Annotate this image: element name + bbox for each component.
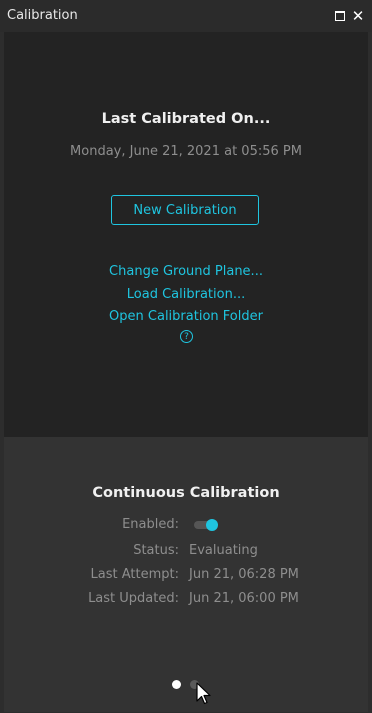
- calibration-window: Calibration ✕ Last Calibrated On... Mond…: [0, 0, 372, 713]
- open-calibration-folder-link[interactable]: Open Calibration Folder: [109, 309, 263, 324]
- load-calibration-link[interactable]: Load Calibration...: [127, 287, 245, 302]
- continuous-calibration-panel: Continuous Calibration Enabled: Status: …: [4, 437, 368, 712]
- page-dot-1[interactable]: [172, 680, 181, 689]
- last-calibration-panel: Last Calibrated On... Monday, June 21, 2…: [4, 32, 368, 437]
- change-ground-plane-link[interactable]: Change Ground Plane...: [109, 264, 263, 279]
- mouse-cursor-icon: [196, 682, 211, 705]
- status-label: Status:: [133, 543, 179, 558]
- maximize-button[interactable]: [332, 8, 348, 24]
- close-icon: ✕: [351, 7, 365, 25]
- continuous-calibration-heading: Continuous Calibration: [92, 485, 280, 501]
- enabled-label: Enabled:: [122, 517, 179, 532]
- status-value: Evaluating: [189, 543, 258, 558]
- toggle-knob: [206, 519, 218, 531]
- window-title: Calibration: [7, 8, 78, 23]
- last-calibrated-date: Monday, June 21, 2021 at 05:56 PM: [70, 144, 302, 159]
- last-updated-label: Last Updated:: [88, 591, 179, 606]
- last-updated-value: Jun 21, 06:00 PM: [189, 591, 299, 606]
- new-calibration-button[interactable]: New Calibration: [111, 195, 259, 225]
- close-button[interactable]: ✕: [350, 7, 366, 25]
- last-attempt-value: Jun 21, 06:28 PM: [189, 567, 299, 582]
- help-icon-glyph: ?: [184, 331, 189, 342]
- maximize-icon: [335, 11, 345, 21]
- title-bar: Calibration ✕: [0, 0, 372, 32]
- help-icon[interactable]: ?: [180, 330, 193, 343]
- enabled-toggle[interactable]: [192, 519, 218, 531]
- last-calibrated-heading: Last Calibrated On...: [101, 111, 271, 127]
- last-attempt-label: Last Attempt:: [90, 567, 179, 582]
